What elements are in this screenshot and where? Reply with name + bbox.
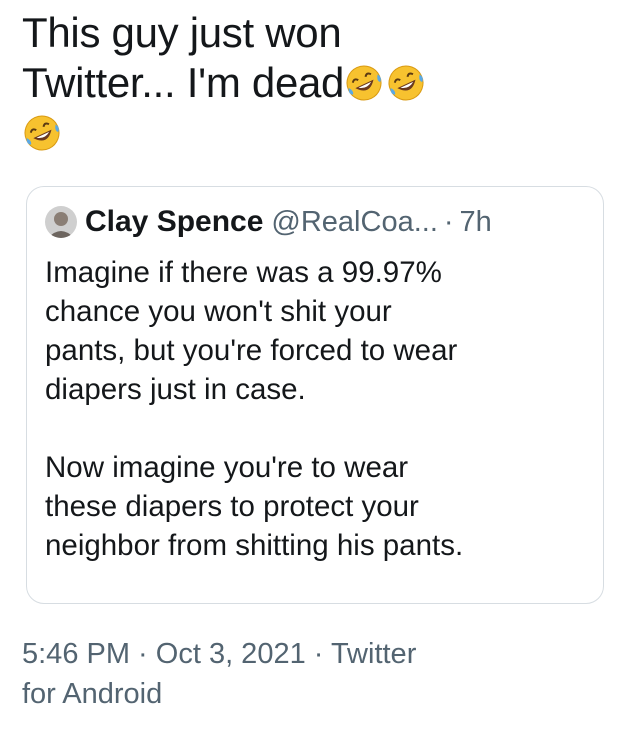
tweet-meta: 5:46 PM · Oct 3, 2021 · Twitter for Andr… <box>22 634 602 714</box>
avatar-image-icon <box>45 206 77 238</box>
quoted-tweet-text: Imagine if there was a 99.97% chance you… <box>45 253 590 565</box>
author-name[interactable]: Clay Spence <box>85 205 263 239</box>
quote-line: Now imagine you're to wear <box>45 451 409 484</box>
tweet-text-line-2-words: Twitter... I'm dead <box>22 59 345 106</box>
quoted-tweet-header: Clay Spence @RealCoa... · 7h <box>45 205 492 239</box>
author-handle[interactable]: @RealCoa... <box>271 206 437 239</box>
quote-line: Imagine if there was a 99.97% <box>45 256 442 289</box>
rolling-on-floor-laughing-emoji-icon <box>346 65 382 101</box>
quote-line: these diapers to protect your <box>45 490 419 523</box>
tweet-text-line-3 <box>22 108 602 158</box>
quote-line: pants, but you're forced to wear <box>45 334 458 367</box>
quote-line: neighbor from shitting his pants. <box>45 529 464 562</box>
tweet-time[interactable]: 7h <box>460 206 492 239</box>
quote-line: diapers just in case. <box>45 373 306 406</box>
rolling-on-floor-laughing-emoji-icon <box>388 65 424 101</box>
quoted-tweet-card[interactable]: Clay Spence @RealCoa... · 7h Imagine if … <box>26 186 604 604</box>
tweet-text-line-2: Twitter... I'm dead <box>22 58 602 108</box>
tweet-text: This guy just won Twitter... I'm dead <box>22 8 602 158</box>
tweet-source[interactable]: for Android <box>22 674 602 714</box>
quote-line: chance you won't shit your <box>45 295 392 328</box>
tweet-text-line-1: This guy just won <box>22 9 342 56</box>
avatar[interactable] <box>45 206 77 238</box>
separator-dot: · <box>443 205 454 238</box>
tweet-timestamp[interactable]: 5:46 PM · Oct 3, 2021 · Twitter <box>22 634 602 674</box>
rolling-on-floor-laughing-emoji-icon <box>24 115 60 151</box>
